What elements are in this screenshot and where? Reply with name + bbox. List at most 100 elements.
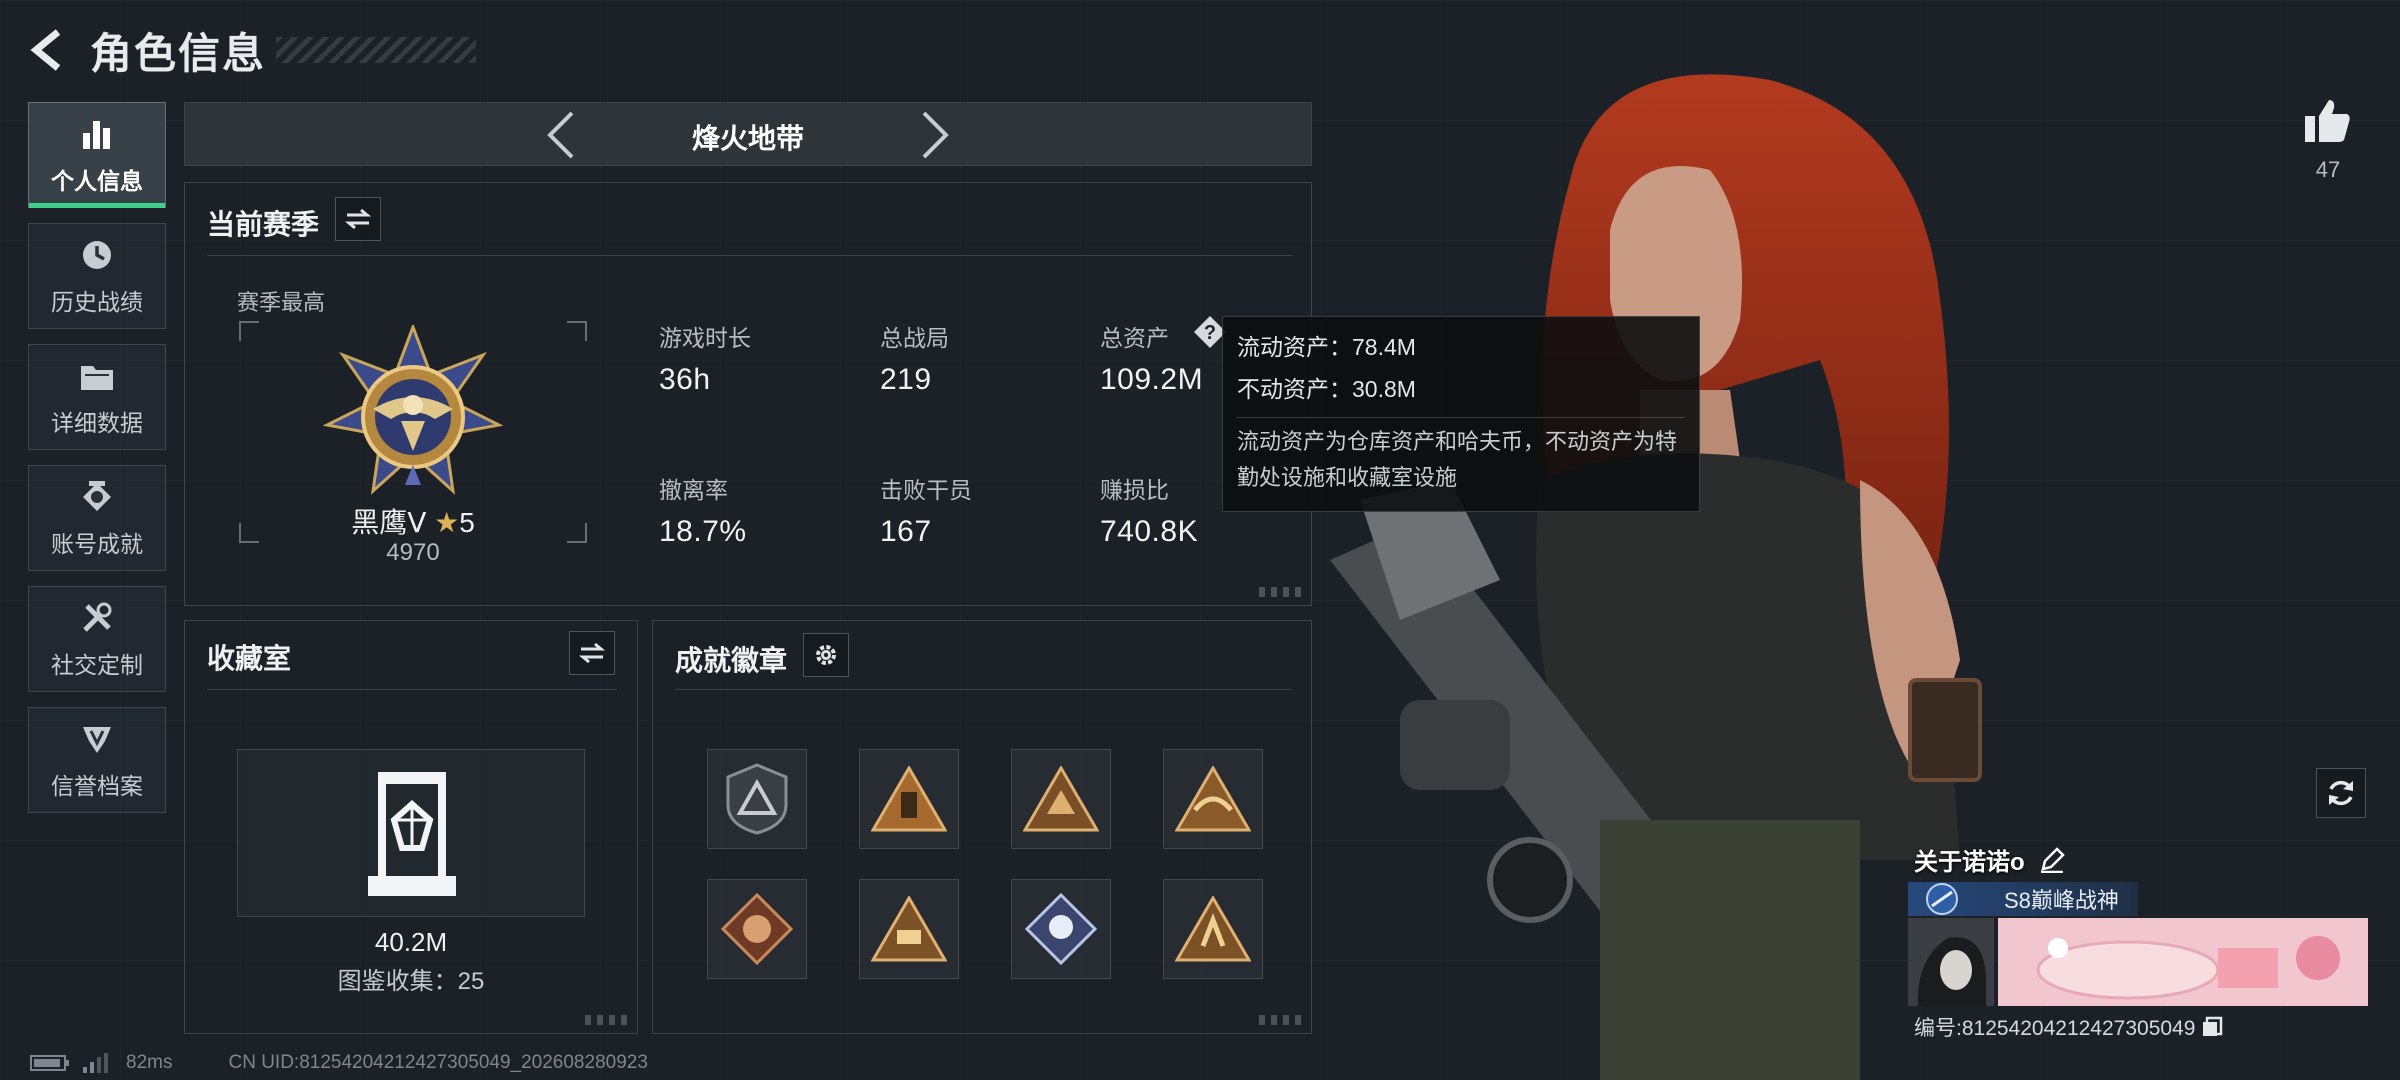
page-title: 角色信息 <box>90 29 267 77</box>
badge-7[interactable] <box>1011 879 1111 979</box>
dragon-badge-icon <box>721 893 793 965</box>
bar-chart-icon <box>77 114 117 154</box>
stat-value: 18.7% <box>659 515 747 548</box>
thumbs-up-icon <box>2305 100 2350 142</box>
rose-badge-icon <box>1025 893 1097 965</box>
stat-play-time: 游戏时长 36h <box>659 319 751 397</box>
badge-2[interactable] <box>859 749 959 849</box>
rank-name: 黑鹰Ⅴ <box>351 507 427 538</box>
copy-icon[interactable] <box>2201 1016 2223 1038</box>
refresh-button[interactable] <box>2316 768 2366 818</box>
badge-5[interactable] <box>707 879 807 979</box>
season-title: 当前赛季 <box>207 209 320 240</box>
badge-6[interactable] <box>859 879 959 979</box>
swap-icon <box>345 208 371 230</box>
assets-tooltip: 流动资产：78.4M 不动资产：30.8M 流动资产为仓库资产和哈夫币，不动资产… <box>1222 316 1700 512</box>
nav-label: 社交定制 <box>51 652 143 678</box>
collection-switch-button[interactable] <box>569 631 615 675</box>
stat-value: 36h <box>659 363 711 396</box>
stat-extraction-rate: 撤离率 18.7% <box>659 471 747 549</box>
triangle-badge-icon <box>1023 766 1099 832</box>
divider <box>675 689 1291 690</box>
chevron-left-icon <box>30 29 61 71</box>
stat-value: 109.2M <box>1100 363 1204 396</box>
nav-item-personal-info[interactable]: 个人信息 <box>28 102 166 208</box>
stat-value: 219 <box>880 363 932 396</box>
badges-title: 成就徽章 <box>675 645 788 676</box>
edit-icon[interactable] <box>2039 846 2065 873</box>
about-section: 关于诺诺o <box>1914 842 2065 877</box>
stat-value: 740.8K <box>1100 515 1199 548</box>
namecard[interactable] <box>1908 918 2368 1006</box>
namecard-banner <box>1998 918 2368 1006</box>
folder-icon <box>77 356 117 396</box>
rank-stars: 5 <box>459 507 475 538</box>
corner-decoration <box>1259 587 1305 597</box>
status-bar: 82ms CN UID:81254204212427305049_2026082… <box>30 1052 648 1074</box>
refresh-icon <box>2329 780 2353 806</box>
collection-showcase[interactable] <box>237 749 585 917</box>
nav-item-history[interactable]: 历史战绩 <box>28 223 166 329</box>
svg-text:?: ? <box>1204 322 1216 344</box>
swap-icon <box>579 642 605 664</box>
back-button[interactable] <box>24 26 72 74</box>
mode-next-button[interactable] <box>911 111 959 159</box>
page-header: 角色信息 <box>24 22 477 78</box>
title-tag: S8巅峰战神 <box>1908 882 2138 916</box>
triangle-badge-icon <box>871 766 947 832</box>
tooltip-divider <box>1237 417 1685 418</box>
divider <box>207 689 617 690</box>
tools-icon <box>77 598 117 638</box>
nav-item-achievements[interactable]: 账号成就 <box>28 465 166 571</box>
ping: 82ms <box>126 1052 173 1073</box>
badge-8[interactable] <box>1163 879 1263 979</box>
emblem-icon <box>1926 883 1958 915</box>
season-panel: 当前赛季 赛季最高 黑鹰Ⅴ ★5 4970 游戏时长 36h 总战局 219 总… <box>184 182 1312 606</box>
tooltip-description: 流动资产为仓库资产和哈夫币，不动资产为特勤处设施和收藏室设施 <box>1237 429 1678 490</box>
stat-total-matches: 总战局 219 <box>880 319 949 397</box>
stat-label: 击败干员 <box>880 477 972 503</box>
title-decoration <box>276 37 477 63</box>
signal-icon <box>83 1053 108 1073</box>
badge-4[interactable] <box>1163 749 1263 849</box>
nav-item-detailed-data[interactable]: 详细数据 <box>28 344 166 450</box>
player-id: 编号:81254204212427305049 <box>1914 1017 2196 1040</box>
rank-emblem-icon <box>323 325 503 495</box>
title-tag-text: S8巅峰战神 <box>2004 888 2119 913</box>
stat-label: 总战局 <box>880 325 949 351</box>
player-id-row: 编号:81254204212427305049 <box>1914 1012 2223 1042</box>
triangle-badge-icon <box>871 896 947 962</box>
collection-title: 收藏室 <box>207 643 292 674</box>
history-icon <box>77 235 117 275</box>
divider <box>207 255 1293 256</box>
shield-badge-icon <box>726 763 788 835</box>
nav-label: 详细数据 <box>51 410 143 436</box>
collection-panel: 收藏室 40.2M 图鉴收集：25 <box>184 620 638 1034</box>
corner-decoration <box>585 1015 631 1025</box>
badge-3[interactable] <box>1011 749 1111 849</box>
mode-selector: 烽火地带 <box>184 102 1312 166</box>
triangle-badge-icon <box>1175 896 1251 962</box>
like-button[interactable]: 47 <box>2300 96 2356 183</box>
collection-value: 40.2M <box>374 927 448 957</box>
stat-profit-ratio: 赚损比 740.8K <box>1100 471 1198 549</box>
stat-label: 撤离率 <box>659 477 728 503</box>
stat-label: 总资产 <box>1100 325 1169 351</box>
badge-1[interactable] <box>707 749 807 849</box>
tooltip-liquid-assets: 流动资产：78.4M <box>1237 334 1416 360</box>
about-title: 关于诺诺o <box>1914 849 2025 876</box>
stat-label: 游戏时长 <box>659 325 751 351</box>
nav-label: 个人信息 <box>51 168 143 194</box>
nav-item-reputation[interactable]: 信誉档案 <box>28 707 166 813</box>
badges-panel: 成就徽章 <box>652 620 1312 1034</box>
stat-total-assets: 总资产 109.2M <box>1100 319 1203 397</box>
rank-name-row: 黑鹰Ⅴ ★5 <box>239 501 587 541</box>
stat-value: 167 <box>880 515 932 548</box>
rank-score: 4970 <box>386 539 440 566</box>
badges-settings-button[interactable] <box>803 633 849 677</box>
nav-item-social[interactable]: 社交定制 <box>28 586 166 692</box>
triangle-badge-icon <box>1175 766 1251 832</box>
reputation-icon <box>77 719 117 759</box>
nav-label: 历史战绩 <box>51 289 143 315</box>
season-switch-button[interactable] <box>335 197 381 241</box>
